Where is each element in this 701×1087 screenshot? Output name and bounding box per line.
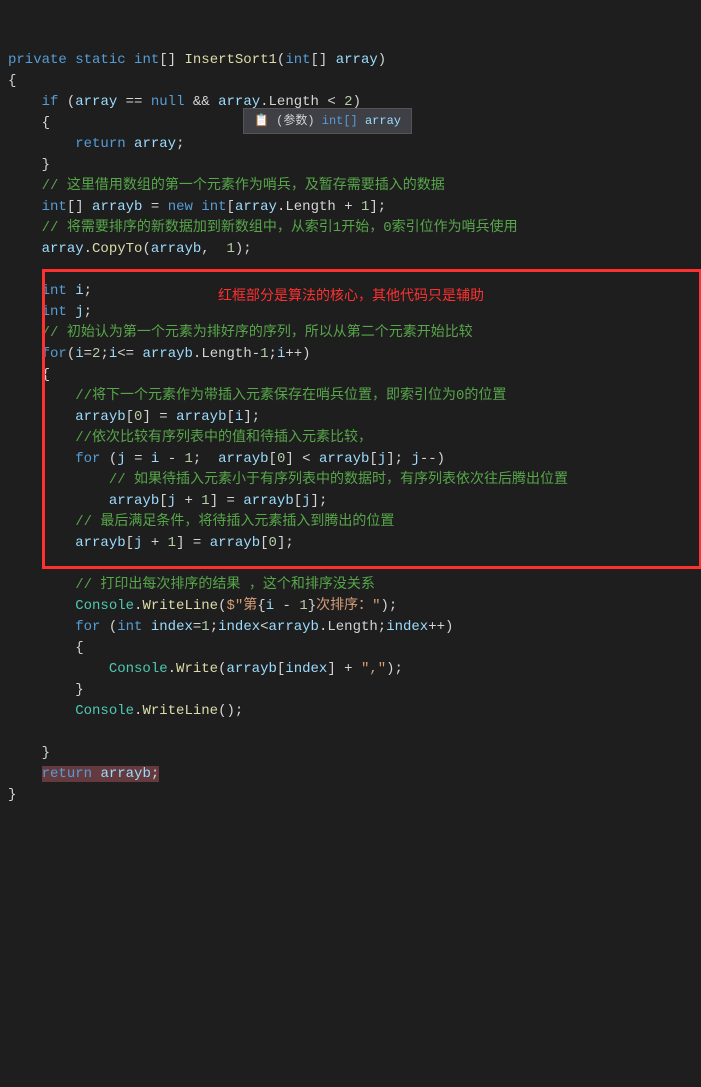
keyword: private [8,52,67,68]
code-editor[interactable]: private static int[] InsertSort1(int[] a… [8,29,693,932]
code-content[interactable]: private static int[] InsertSort1(int[] a… [8,50,693,806]
intellisense-tooltip: 📋 (参数) int[] array [243,108,412,134]
keyword: static [75,52,125,68]
method-name: InsertSort1 [184,52,276,68]
annotation-text: 红框部分是算法的核心，其他代码只是辅助 [218,285,484,306]
type: int [134,52,159,68]
